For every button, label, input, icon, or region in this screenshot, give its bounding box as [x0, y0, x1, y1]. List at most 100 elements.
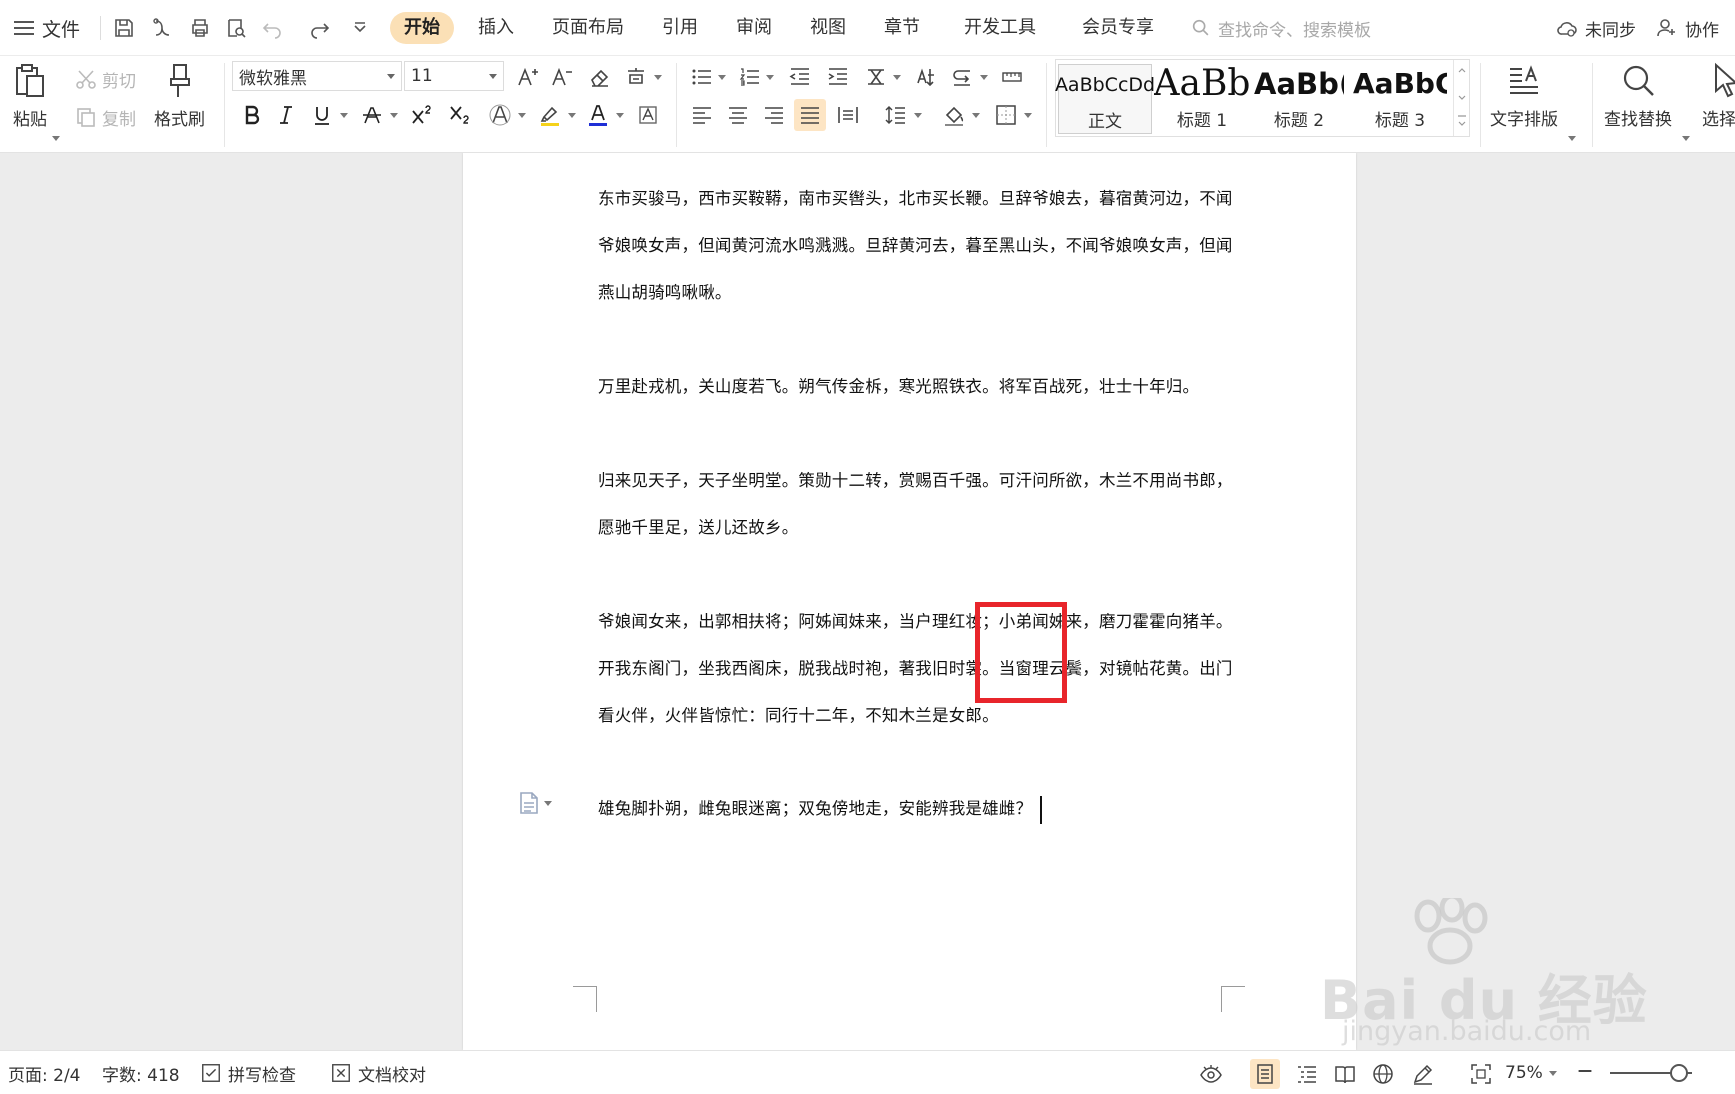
- justify-button[interactable]: [794, 99, 826, 131]
- font-color-button[interactable]: [582, 99, 614, 131]
- print-preview-button[interactable]: [222, 14, 250, 42]
- shrink-font-button[interactable]: [546, 61, 578, 93]
- marks-dropdown-arrow[interactable]: [980, 75, 988, 80]
- style-heading-3[interactable]: AaBbC 标题 3: [1350, 64, 1450, 134]
- page-view-button[interactable]: [1250, 1059, 1280, 1089]
- grow-font-button[interactable]: [512, 61, 544, 93]
- tab-chapter[interactable]: 章节: [884, 12, 920, 44]
- fit-page-button[interactable]: [1466, 1059, 1496, 1089]
- redo-button[interactable]: [306, 14, 334, 42]
- paragraph-4[interactable]: 爷娘闻女来，出郭相扶将；阿姊闻妹来，当户理红妆；小弟闻姊来，磨刀霍霍向猪羊。 开…: [598, 598, 1238, 739]
- tab-developer[interactable]: 开发工具: [964, 12, 1036, 44]
- doc-proofread-button[interactable]: 文档校对: [330, 1059, 426, 1087]
- line-spacing-button[interactable]: [880, 99, 912, 131]
- phonetic-dropdown-arrow[interactable]: [654, 75, 662, 80]
- strikethrough-button[interactable]: [356, 99, 388, 131]
- phonetic-guide-button[interactable]: [620, 61, 652, 93]
- paragraph-3[interactable]: 归来见天子，天子坐明堂。策勋十二转，赏赐百千强。可汗问所欲，木兰不用尚书郎， 愿…: [598, 457, 1238, 551]
- sort-button[interactable]: [910, 61, 942, 93]
- output-button[interactable]: [148, 14, 176, 42]
- superscript-button[interactable]: [406, 99, 438, 131]
- shading-button[interactable]: [938, 99, 970, 131]
- text-effect-dropdown-arrow[interactable]: [518, 113, 526, 118]
- decrease-indent-button[interactable]: [784, 61, 816, 93]
- word-count[interactable]: 字数: 418: [102, 1059, 180, 1087]
- style-normal[interactable]: AaBbCcDd 正文: [1055, 64, 1155, 134]
- distributed-align-button[interactable]: [832, 99, 864, 131]
- align-right-button[interactable]: [758, 99, 790, 131]
- writing-mode-button[interactable]: [1408, 1059, 1438, 1089]
- protection-view-button[interactable]: [1196, 1059, 1226, 1089]
- bullet-list-button[interactable]: [686, 61, 718, 93]
- file-menu-button[interactable]: 文件: [14, 12, 80, 44]
- document-page[interactable]: 东市买骏马，西市买鞍鞯，南市买辔头，北市买长鞭。旦辞爷娘去，暮宿黄河边，不闻 爷…: [463, 153, 1356, 1050]
- borders-dropdown-arrow[interactable]: [1024, 113, 1032, 118]
- align-center-button[interactable]: [722, 99, 754, 131]
- reading-view-button[interactable]: [1330, 1059, 1360, 1089]
- outline-view-button[interactable]: [1292, 1059, 1322, 1089]
- command-search-input[interactable]: 查找命令、搜索模板: [1190, 14, 1371, 42]
- cut-button[interactable]: 剪切: [74, 65, 136, 93]
- select-button[interactable]: 选择: [1702, 61, 1735, 130]
- shading-dropdown-arrow[interactable]: [972, 113, 980, 118]
- bold-button[interactable]: [236, 99, 268, 131]
- styles-gallery-scroll[interactable]: [1453, 60, 1469, 136]
- show-hide-marks-button[interactable]: [946, 61, 978, 93]
- borders-button[interactable]: [990, 99, 1022, 131]
- undo-button[interactable]: [258, 14, 286, 42]
- format-painter-button[interactable]: 格式刷: [154, 61, 205, 130]
- increase-indent-button[interactable]: [822, 61, 854, 93]
- sync-status-button[interactable]: 未同步: [1555, 14, 1636, 42]
- table-grid-button[interactable]: [996, 61, 1028, 93]
- web-view-button[interactable]: [1368, 1059, 1398, 1089]
- paste-button[interactable]: 粘贴: [10, 61, 50, 130]
- tab-home[interactable]: 开始: [390, 12, 454, 44]
- italic-button[interactable]: [270, 99, 302, 131]
- strikethrough-dropdown-arrow[interactable]: [390, 113, 398, 118]
- copy-button[interactable]: 复制: [74, 103, 136, 131]
- chinese-layout-dropdown-arrow[interactable]: [893, 75, 901, 80]
- collaborate-button[interactable]: 协作: [1655, 14, 1719, 42]
- subscript-button[interactable]: [444, 99, 476, 131]
- spell-check-button[interactable]: 拼写检查: [200, 1059, 296, 1087]
- zoom-level-select[interactable]: 75%: [1505, 1059, 1557, 1087]
- font-color-dropdown-arrow[interactable]: [616, 113, 624, 118]
- zoom-out-button[interactable]: [1574, 1057, 1596, 1085]
- font-size-select[interactable]: 11: [404, 61, 504, 91]
- align-left-button[interactable]: [686, 99, 718, 131]
- find-replace-dropdown-arrow[interactable]: [1682, 136, 1690, 141]
- highlight-color-button[interactable]: [534, 99, 566, 131]
- style-heading-1[interactable]: AaBb 标题 1: [1154, 64, 1251, 134]
- tab-page-layout[interactable]: 页面布局: [552, 12, 624, 44]
- tab-insert[interactable]: 插入: [478, 12, 514, 44]
- customize-quick-access-button[interactable]: [346, 14, 374, 42]
- highlight-dropdown-arrow[interactable]: [568, 113, 576, 118]
- tab-member[interactable]: 会员专享: [1082, 12, 1154, 44]
- paragraph-menu-button[interactable]: [518, 791, 552, 815]
- save-button[interactable]: [110, 14, 138, 42]
- bullet-dropdown-arrow[interactable]: [718, 75, 726, 80]
- tab-view[interactable]: 视图: [810, 12, 846, 44]
- clear-format-button[interactable]: [584, 61, 616, 93]
- paragraph-2[interactable]: 万里赴戎机，关山度若飞。朔气传金柝，寒光照铁衣。将军百战死，壮士十年归。: [598, 363, 1238, 410]
- document-canvas[interactable]: 东市买骏马，西市买鞍鞯，南市买辔头，北市买长鞭。旦辞爷娘去，暮宿黄河边，不闻 爷…: [0, 153, 1735, 1050]
- tab-references[interactable]: 引用: [662, 12, 698, 44]
- page-indicator[interactable]: 页面: 2/4: [8, 1059, 81, 1087]
- chinese-layout-button[interactable]: [860, 61, 892, 93]
- character-border-button[interactable]: [632, 99, 664, 131]
- numbered-list-button[interactable]: [734, 61, 766, 93]
- paragraph-1[interactable]: 东市买骏马，西市买鞍鞯，南市买辔头，北市买长鞭。旦辞爷娘去，暮宿黄河边，不闻 爷…: [598, 175, 1238, 316]
- print-button[interactable]: [186, 14, 214, 42]
- text-effect-button[interactable]: [484, 99, 516, 131]
- style-heading-2[interactable]: AaBb( 标题 2: [1252, 64, 1346, 134]
- zoom-slider-knob[interactable]: [1670, 1064, 1688, 1082]
- numbered-list-dropdown-arrow[interactable]: [766, 75, 774, 80]
- line-spacing-dropdown-arrow[interactable]: [914, 113, 922, 118]
- tab-review[interactable]: 审阅: [736, 12, 772, 44]
- underline-button[interactable]: [306, 99, 338, 131]
- font-name-select[interactable]: 微软雅黑: [232, 61, 402, 91]
- paragraph-5[interactable]: 雄兔脚扑朔，雌兔眼迷离；双兔傍地走，安能辨我是雄雌？: [598, 785, 1238, 832]
- text-layout-button[interactable]: 文字排版: [1490, 61, 1558, 130]
- text-layout-dropdown-arrow[interactable]: [1568, 136, 1576, 141]
- find-replace-button[interactable]: 查找替换: [1604, 61, 1672, 130]
